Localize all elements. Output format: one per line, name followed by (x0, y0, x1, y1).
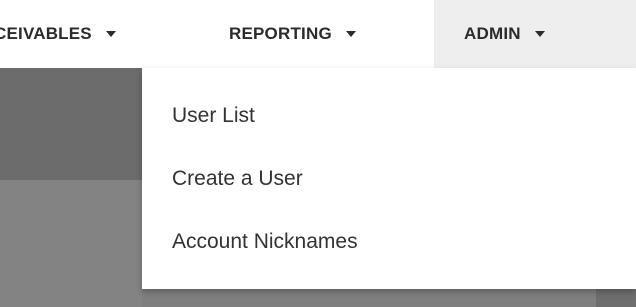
nav-reporting-label: REPORTING (229, 24, 332, 43)
menu-item-user-list[interactable]: User List (172, 96, 255, 136)
top-navigation-bar: CEIVABLES REPORTING ADMIN (0, 0, 636, 68)
nav-receivables-menu[interactable]: CEIVABLES (0, 0, 116, 68)
dimmed-page-region (0, 68, 142, 180)
caret-down-icon (105, 31, 116, 37)
menu-item-account-nicknames[interactable]: Account Nicknames (172, 222, 358, 262)
caret-down-icon (345, 31, 356, 37)
dimmed-page-region (0, 180, 142, 307)
caret-down-icon (534, 31, 545, 37)
nav-admin-menu[interactable]: ADMIN (434, 0, 636, 68)
nav-receivables-label: CEIVABLES (0, 24, 92, 43)
admin-dropdown-menu: User List Create a User Account Nickname… (142, 68, 636, 289)
dimmed-page-region (596, 288, 636, 307)
nav-reporting-menu[interactable]: REPORTING (229, 0, 356, 68)
menu-item-create-user[interactable]: Create a User (172, 159, 303, 199)
nav-admin-label: ADMIN (464, 24, 521, 43)
